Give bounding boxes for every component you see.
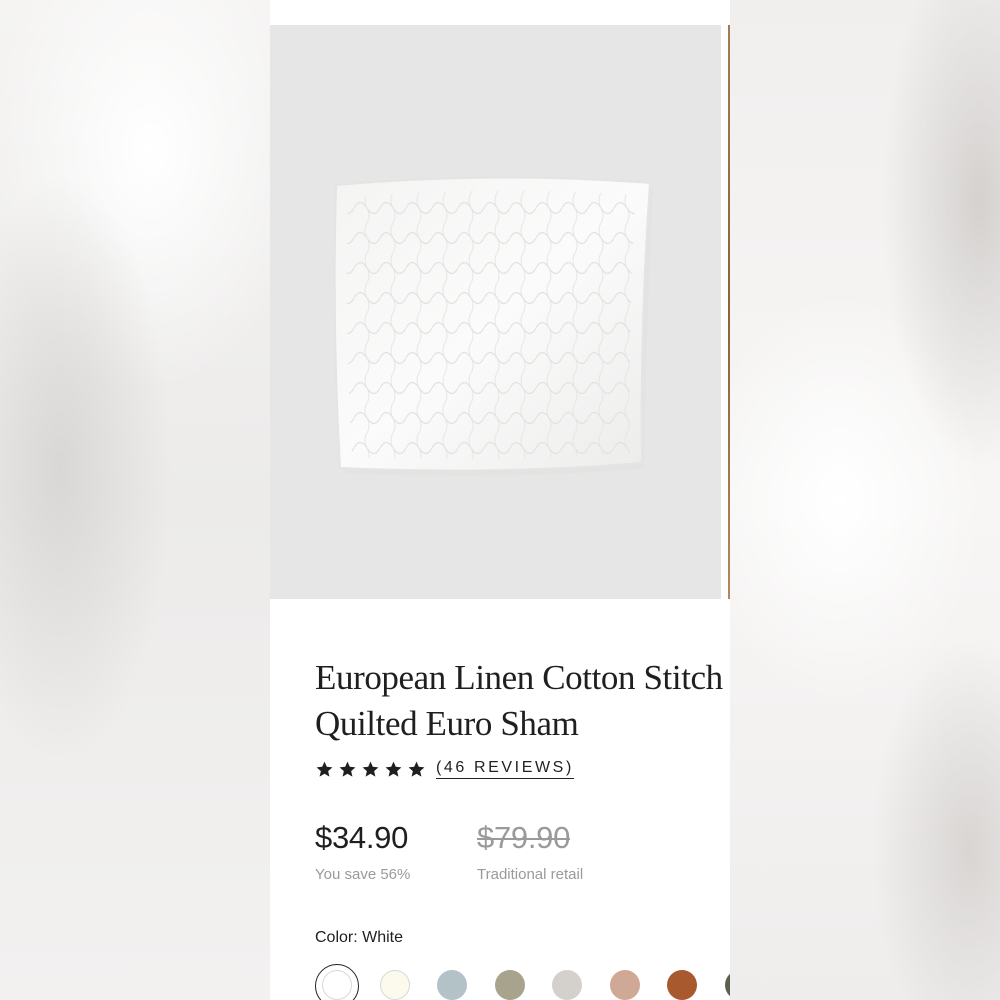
star-icon bbox=[316, 761, 333, 777]
product-title-line-2: Quilted Euro Sham bbox=[315, 704, 579, 743]
retail-price: $79.90 bbox=[477, 820, 571, 855]
next-image-peek[interactable] bbox=[728, 25, 730, 599]
color-swatch-stone[interactable] bbox=[552, 970, 582, 1000]
color-swatch-forest[interactable] bbox=[724, 970, 730, 1000]
star-icon bbox=[385, 761, 402, 777]
product-page: European Linen Cotton Stitch Quilted Eur… bbox=[270, 0, 730, 1000]
sale-price: $34.90 bbox=[315, 820, 409, 855]
star-icon bbox=[408, 761, 425, 777]
star-icon bbox=[339, 761, 356, 777]
savings-text: You save 56% bbox=[315, 866, 411, 883]
color-swatches bbox=[315, 964, 730, 1000]
color-swatch-blue[interactable] bbox=[437, 970, 467, 1000]
color-swatch-blush[interactable] bbox=[609, 970, 640, 1000]
star-rating bbox=[315, 760, 426, 779]
star-icon bbox=[362, 761, 379, 777]
color-label: Color: White bbox=[315, 929, 404, 946]
color-swatch-olive[interactable] bbox=[494, 970, 525, 1000]
background-blur-right bbox=[730, 0, 1000, 1000]
color-swatch-rust[interactable] bbox=[667, 970, 697, 1000]
rating-row: (46 REVIEWS) bbox=[315, 757, 574, 781]
reviews-link[interactable]: (46 REVIEWS) bbox=[436, 759, 574, 779]
retail-label: Traditional retail bbox=[477, 866, 584, 883]
product-title-line-1: European Linen Cotton Stitch bbox=[315, 658, 723, 697]
product-title: European Linen Cotton Stitch Quilted Eur… bbox=[315, 655, 730, 747]
selected-swatch-ring bbox=[315, 964, 359, 1000]
color-swatch-ivory[interactable] bbox=[379, 970, 410, 1000]
product-image[interactable] bbox=[270, 25, 721, 599]
pillow-image bbox=[333, 176, 653, 477]
background-blur-left bbox=[0, 0, 270, 1000]
